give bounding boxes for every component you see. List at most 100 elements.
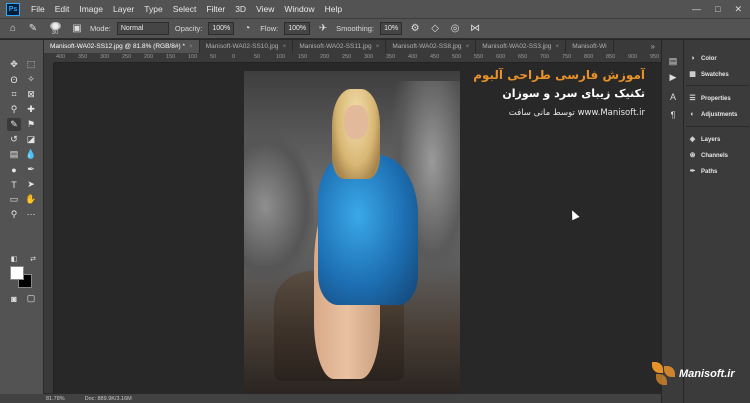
zoom-level[interactable]: 81.78% xyxy=(46,396,65,402)
document-tab[interactable]: Manisoft-Wi xyxy=(566,40,614,53)
menu-edit[interactable]: Edit xyxy=(50,0,75,18)
brush-tool-icon[interactable]: ✎ xyxy=(7,118,21,131)
menu-help[interactable]: Help xyxy=(320,0,347,18)
blur-tool-icon[interactable]: 💧 xyxy=(24,148,38,161)
crop-tool-icon[interactable]: ⌗ xyxy=(7,88,21,101)
ruler-tick-label: 400 xyxy=(56,54,66,60)
edit-toolbar-icon[interactable]: ⋯ xyxy=(24,208,38,221)
foreground-color-swatch[interactable] xyxy=(10,266,24,280)
actions-panel-icon[interactable]: ▶ xyxy=(667,72,679,84)
mode-select[interactable]: Normal xyxy=(116,22,169,35)
brush-size-value: 30 xyxy=(51,29,59,36)
gradient-tool-icon[interactable]: ▤ xyxy=(7,148,21,161)
ruler-tick-label: 650 xyxy=(518,54,528,60)
close-tab-icon[interactable]: × xyxy=(466,43,470,50)
airbrush-icon[interactable]: ✈ xyxy=(316,22,330,36)
document-photo[interactable] xyxy=(244,71,460,393)
path-select-tool-icon[interactable]: ➤ xyxy=(24,178,38,191)
adjustments-panel-label: Adjustments xyxy=(701,111,738,118)
ruler-tick-label: 300 xyxy=(100,54,110,60)
home-icon[interactable]: ⌂ xyxy=(6,22,20,36)
close-tab-icon[interactable]: × xyxy=(376,43,380,50)
swatches-panel-tab[interactable]: ▦ Swatches xyxy=(688,70,729,79)
smoothing-field[interactable]: 10% xyxy=(380,22,403,35)
close-window-button[interactable]: ✕ xyxy=(734,4,742,15)
channels-panel-label: Channels xyxy=(701,152,729,159)
document-tab[interactable]: Manisoft-WA02-SS3.jpg × xyxy=(476,40,567,53)
lasso-tool-icon[interactable]: ʘ xyxy=(7,73,21,86)
angle-icon[interactable]: ◇ xyxy=(428,22,442,36)
screen-mode-icon[interactable]: ▢ xyxy=(24,292,38,305)
adjustments-panel-tab[interactable]: ◐ Adjustments xyxy=(688,110,737,119)
close-tab-icon[interactable]: × xyxy=(555,43,559,50)
type-tool-icon[interactable]: T xyxy=(7,178,21,191)
ruler-tick-label: 750 xyxy=(562,54,572,60)
frame-tool-icon[interactable]: ⊠ xyxy=(24,88,38,101)
character-panel-icon[interactable]: A xyxy=(667,92,679,104)
vertical-ruler[interactable] xyxy=(44,63,54,393)
menu-image[interactable]: Image xyxy=(74,0,108,18)
quick-select-tool-icon[interactable]: ✧ xyxy=(24,73,38,86)
brush-tool-preset-icon[interactable]: ✎ xyxy=(26,22,40,36)
ruler-tick-label: 950 xyxy=(650,54,660,60)
menu-type[interactable]: Type xyxy=(139,0,167,18)
document-tab[interactable]: Manisoft-WA02-SS12.jpg @ 81.8% (RGB/8#) … xyxy=(44,40,200,53)
rectangle-tool-icon[interactable]: ▭ xyxy=(7,193,21,206)
minimize-button[interactable]: — xyxy=(692,4,701,15)
layers-panel-label: Layers xyxy=(701,136,721,143)
brush-settings-panel-icon[interactable]: ▣ xyxy=(70,22,84,36)
symmetry-icon[interactable]: ⋈ xyxy=(468,22,482,36)
brush-size-picker[interactable]: 30 xyxy=(46,21,64,36)
menu-window[interactable]: Window xyxy=(279,0,319,18)
default-colors-icon[interactable]: ◧ xyxy=(7,252,21,265)
flow-field[interactable]: 100% xyxy=(284,22,311,35)
move-tool-icon[interactable]: ✥ xyxy=(7,58,21,71)
channels-panel-tab[interactable]: ⊛ Channels xyxy=(688,151,728,160)
tab-label: Manisoft-WA02-SS12.jpg @ 81.8% (RGB/8#) … xyxy=(50,43,185,50)
menu-select[interactable]: Select xyxy=(168,0,202,18)
menu-3d[interactable]: 3D xyxy=(230,0,251,18)
history-brush-tool-icon[interactable]: ↺ xyxy=(7,133,21,146)
overlay-credit: www.Manisoft.ir توسط مانی سافت xyxy=(508,108,645,118)
panel-dock: ◑ Color ▦ Swatches ☰ Properties ◐ Adjustment… xyxy=(683,40,750,403)
document-tab[interactable]: Manisoft-WA02-SS8.jpg × xyxy=(386,40,477,53)
document-tab[interactable]: Manisoft-WA02-SS10.jpg × xyxy=(200,40,294,53)
layers-panel-tab[interactable]: ◈ Layers xyxy=(688,135,721,144)
quick-mask-icon[interactable]: ◙ xyxy=(7,292,21,305)
manisoft-logo-icon xyxy=(652,362,676,386)
more-tabs-icon[interactable]: » xyxy=(645,40,661,53)
menu-file[interactable]: File xyxy=(26,0,50,18)
menu-layer[interactable]: Layer xyxy=(108,0,139,18)
pen-tool-icon[interactable]: ✒ xyxy=(24,163,38,176)
properties-panel-tab[interactable]: ☰ Properties xyxy=(688,94,730,103)
horizontal-ruler[interactable]: 400 350 300 250 200 150 100 50 0 50 100 150 200 250 30… xyxy=(54,53,661,63)
marquee-tool-icon[interactable]: ⬚ xyxy=(24,58,38,71)
photo-foliage-left xyxy=(244,131,314,281)
close-tab-icon[interactable]: × xyxy=(283,43,287,50)
opacity-field[interactable]: 100% xyxy=(208,22,235,35)
canvas-area[interactable]: آموزش فارسی طراحی آلبوم تکنیک زیبای سرد … xyxy=(54,63,661,394)
eraser-tool-icon[interactable]: ◪ xyxy=(24,133,38,146)
stamp-tool-icon[interactable]: ⚑ xyxy=(24,118,38,131)
mouse-cursor-icon xyxy=(568,208,580,221)
paragraph-panel-icon[interactable]: ¶ xyxy=(667,110,679,122)
healing-tool-icon[interactable]: ✚ xyxy=(24,103,38,116)
close-tab-icon[interactable]: × xyxy=(189,43,193,50)
eyedropper-tool-icon[interactable]: ⚲ xyxy=(7,103,21,116)
panel-divider xyxy=(686,126,749,127)
swap-colors-icon[interactable]: ⇄ xyxy=(26,252,40,265)
history-panel-icon[interactable]: ▤ xyxy=(667,56,679,68)
zoom-tool-icon[interactable]: ⚲ xyxy=(7,208,21,221)
maximize-button[interactable]: □ xyxy=(715,4,720,15)
pressure-opacity-icon[interactable]: ◔ xyxy=(240,22,254,36)
document-tab[interactable]: Manisoft-WA02-SS11.jpg × xyxy=(293,40,387,53)
color-panel-tab[interactable]: ◑ Color xyxy=(688,54,716,63)
gear-icon[interactable]: ⚙ xyxy=(408,22,422,36)
dodge-tool-icon[interactable]: ● xyxy=(7,163,21,176)
document-size[interactable]: Doc: 889.9K/3.16M xyxy=(85,396,132,402)
menu-view[interactable]: View xyxy=(251,0,279,18)
pressure-size-icon[interactable]: ◎ xyxy=(448,22,462,36)
hand-tool-icon[interactable]: ✋ xyxy=(24,193,38,206)
menu-filter[interactable]: Filter xyxy=(201,0,230,18)
paths-panel-tab[interactable]: ✒ Paths xyxy=(688,167,718,176)
